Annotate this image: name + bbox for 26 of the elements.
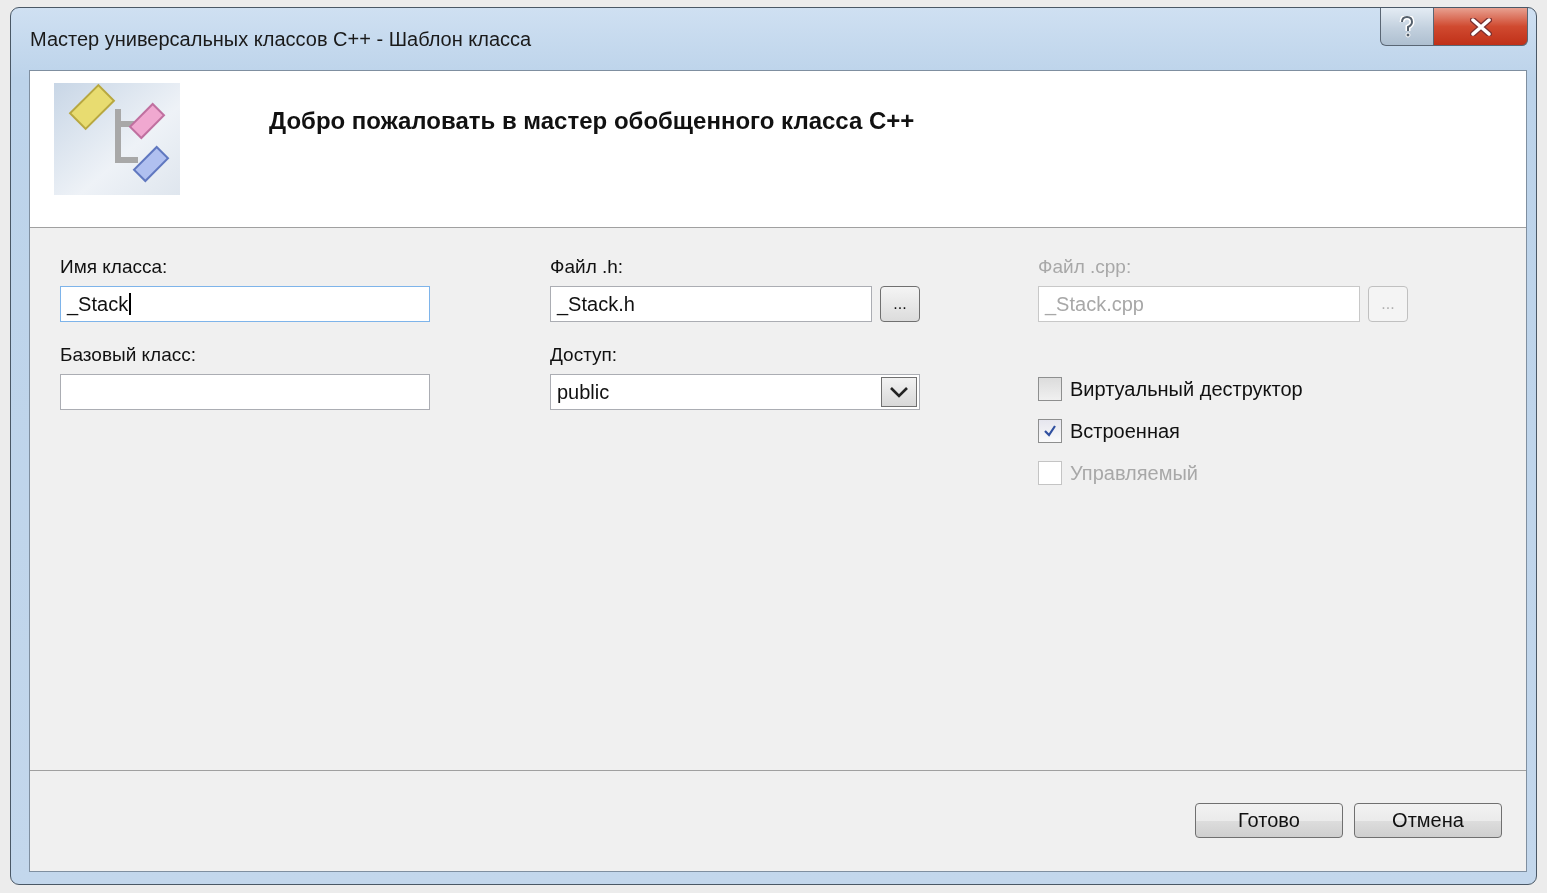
checkbox-label: Встроенная [1070,419,1180,443]
checkmark-icon [1043,424,1057,438]
class-diagram-icon [54,83,180,195]
access-dropdown[interactable]: public [550,374,920,410]
input-field[interactable]: _Stack.h [550,286,872,322]
field-label: Базовый класс: [60,344,196,366]
close-icon [1469,17,1492,36]
window-title: Мастер универсальных классов C++ - Шаблон класса [30,28,532,51]
help-button[interactable] [1380,8,1434,46]
field-label: Файл .h: [550,256,624,278]
field-label: Имя класса: [60,256,168,278]
browse-button[interactable]: ... [880,286,920,322]
close-button[interactable] [1434,8,1528,46]
field-label: Файл .cpp: [1038,256,1132,278]
question-mark-icon [1399,15,1415,38]
checkbox-label: Управляемый [1070,461,1198,485]
dialog-button[interactable]: Готово [1195,802,1343,838]
welcome-heading: Добро пожаловать в мастер обобщенного класса C++ [269,107,915,135]
dialog-button[interactable]: Отмена [1354,802,1502,838]
input-field[interactable]: _Stack [60,286,430,322]
checkbox[interactable] [1038,377,1062,401]
chevron-down-icon [888,385,910,399]
input-field[interactable] [60,374,430,410]
checkbox-label: Виртуальный деструктор [1070,377,1303,401]
field-label: Доступ: [550,344,618,366]
checkbox[interactable] [1038,419,1062,443]
